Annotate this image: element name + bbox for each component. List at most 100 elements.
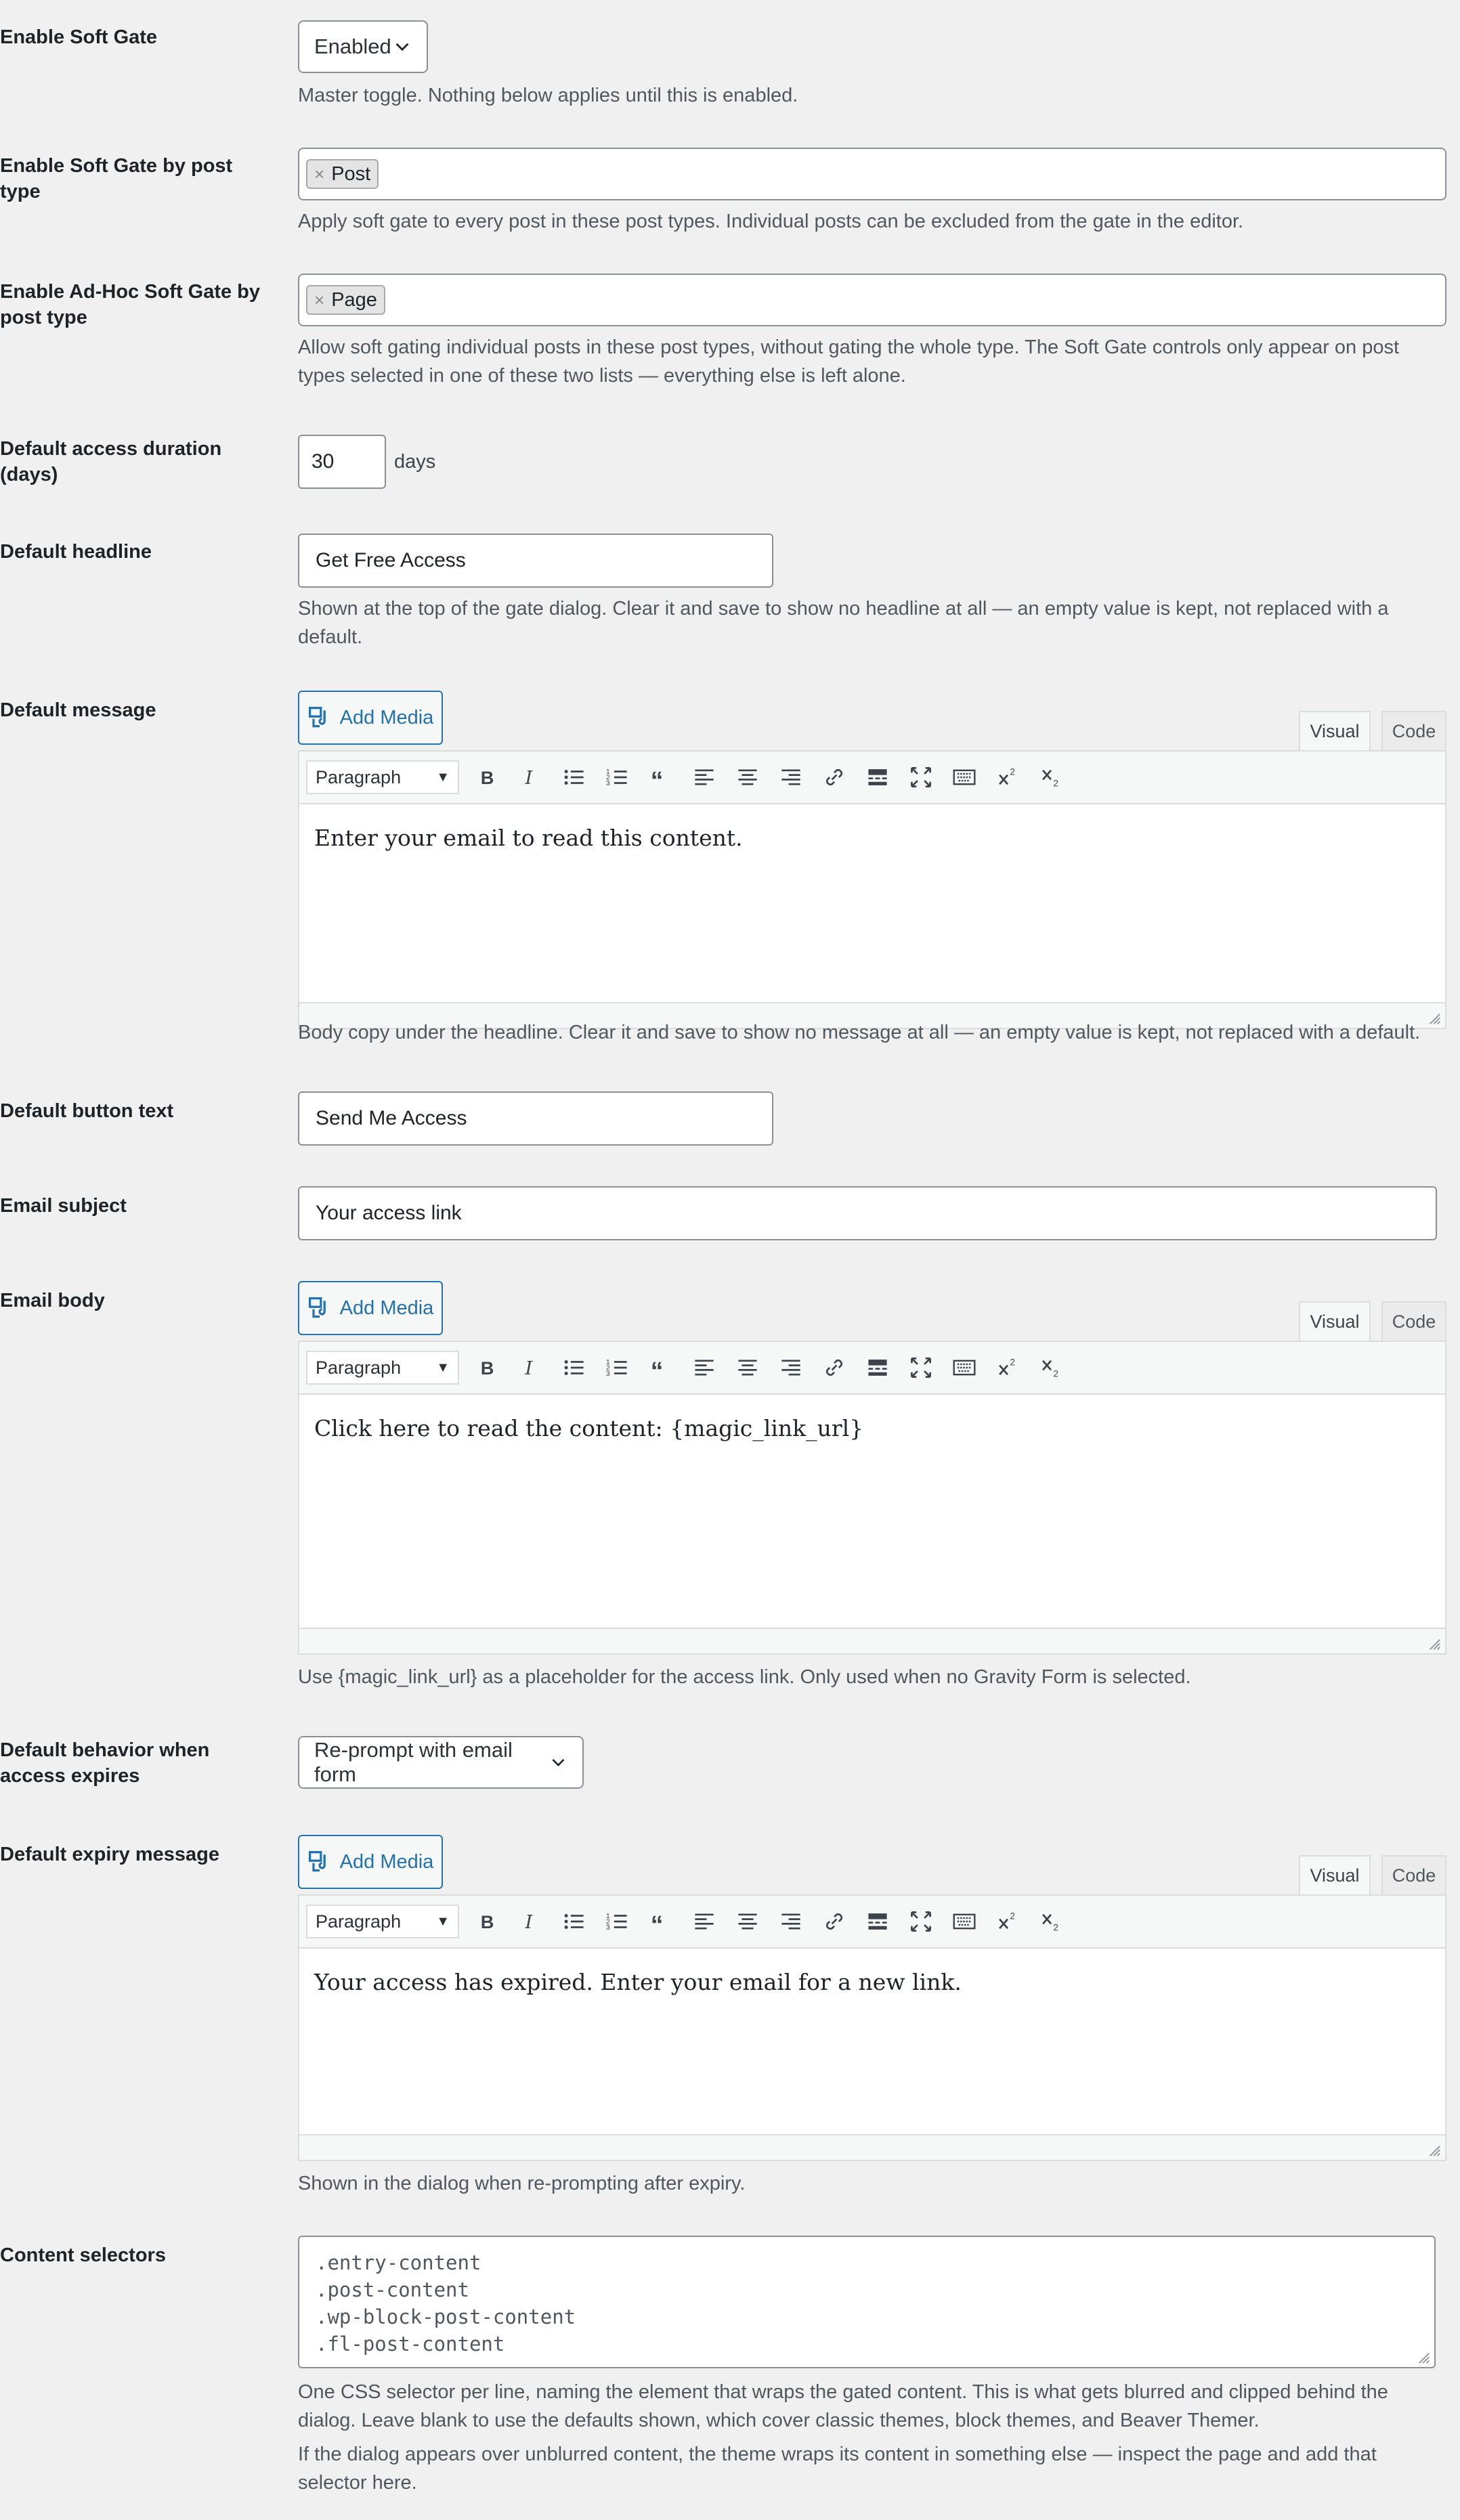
email-subject-input[interactable]: Your access link	[298, 1186, 1437, 1240]
bullet-list-icon[interactable]	[553, 1900, 596, 1943]
button-text-input[interactable]: Send Me Access	[298, 1091, 773, 1146]
email-body-editor[interactable]: Paragraph ▼ B I 123 “ 2 2 Click here to …	[298, 1341, 1446, 1655]
link-icon[interactable]	[813, 756, 856, 799]
format-select[interactable]: Paragraph ▼	[306, 1351, 459, 1385]
tab-code[interactable]: Code	[1381, 711, 1446, 750]
tab-code[interactable]: Code	[1381, 1855, 1446, 1894]
keyboard-icon[interactable]	[943, 1346, 986, 1389]
message-content[interactable]: Enter your email to read this content.	[299, 804, 1445, 871]
fullscreen-icon[interactable]	[899, 1900, 943, 1943]
expiry-message-content[interactable]: Your access has expired. Enter your emai…	[299, 1949, 1445, 2016]
align-center-icon[interactable]	[726, 1900, 769, 1943]
add-media-button[interactable]: Add Media	[298, 1835, 443, 1889]
chevron-down-icon	[552, 1759, 565, 1766]
bold-icon[interactable]: B	[466, 1346, 509, 1389]
svg-text:2: 2	[1010, 1357, 1015, 1368]
post-type-gate-select[interactable]: × Post	[298, 148, 1446, 200]
caret-down-icon: ▼	[436, 1913, 450, 1929]
svg-text:B: B	[481, 1357, 494, 1378]
content-selectors-note: If the dialog appears over unblurred con…	[298, 2443, 1377, 2494]
keyboard-icon[interactable]	[943, 1900, 986, 1943]
fullscreen-icon[interactable]	[899, 1346, 943, 1389]
expiry-behavior-value: Re-prompt with email form	[314, 1738, 513, 1786]
align-left-icon[interactable]	[683, 756, 726, 799]
add-media-icon	[308, 1850, 326, 1872]
subscript-icon[interactable]: 2	[1029, 1346, 1073, 1389]
tab-code[interactable]: Code	[1381, 1301, 1446, 1341]
message-editor[interactable]: Paragraph ▼ B I 123 “ 2 2 Enter your ema…	[298, 750, 1446, 1029]
content-selectors-textarea[interactable]: .entry-content .post-content .wp-block-p…	[298, 2236, 1436, 2368]
caret-down-icon: ▼	[436, 1360, 450, 1375]
numbered-list-icon[interactable]: 123	[596, 1900, 639, 1943]
page-type-token[interactable]: × Page	[306, 285, 385, 315]
adhoc-gate-select[interactable]: × Page	[298, 274, 1446, 326]
remove-icon[interactable]: ×	[314, 164, 324, 185]
headline-input[interactable]: Get Free Access	[298, 534, 773, 588]
post-type-token[interactable]: × Post	[306, 159, 379, 189]
tab-visual[interactable]: Visual	[1299, 711, 1371, 750]
format-select[interactable]: Paragraph ▼	[306, 1905, 459, 1938]
expiry-behavior-label: Default behavior when access expires	[0, 1739, 210, 1787]
superscript-icon[interactable]: 2	[986, 756, 1029, 799]
read-more-icon[interactable]	[856, 1900, 899, 1943]
enable-soft-gate-select[interactable]: Enabled	[298, 20, 428, 73]
add-media-icon	[308, 1297, 326, 1318]
expiry-message-editor[interactable]: Paragraph ▼ B I 123 “ 2 2 Your access ha…	[298, 1894, 1446, 2161]
align-left-icon[interactable]	[683, 1900, 726, 1943]
numbered-list-icon[interactable]: 123	[596, 1346, 639, 1389]
headline-desc: Shown at the top of the gate dialog. Cle…	[298, 598, 1389, 648]
blockquote-icon[interactable]: “	[639, 756, 683, 799]
subscript-icon[interactable]: 2	[1029, 756, 1073, 799]
resize-grip-icon[interactable]	[1429, 2145, 1441, 2157]
bold-icon[interactable]: B	[466, 756, 509, 799]
resize-grip-icon[interactable]	[1429, 1013, 1441, 1025]
subscript-icon[interactable]: 2	[1029, 1900, 1073, 1943]
svg-text:B: B	[481, 767, 494, 788]
keyboard-icon[interactable]	[943, 756, 986, 799]
format-select[interactable]: Paragraph ▼	[306, 760, 459, 794]
fullscreen-icon[interactable]	[899, 756, 943, 799]
blockquote-icon[interactable]: “	[639, 1346, 683, 1389]
align-right-icon[interactable]	[769, 1346, 813, 1389]
button-text-label: Default button text	[0, 1100, 174, 1122]
read-more-icon[interactable]	[856, 1346, 899, 1389]
enable-soft-gate-value: Enabled	[314, 35, 391, 58]
message-label: Default message	[0, 699, 156, 721]
adhoc-gate-desc: Allow soft gating individual posts in th…	[298, 336, 1400, 387]
expiry-behavior-select[interactable]: Re-prompt with email form	[298, 1736, 584, 1789]
tab-visual[interactable]: Visual	[1299, 1301, 1371, 1341]
read-more-icon[interactable]	[856, 756, 899, 799]
link-icon[interactable]	[813, 1900, 856, 1943]
italic-icon[interactable]: I	[509, 1346, 553, 1389]
align-right-icon[interactable]	[769, 756, 813, 799]
duration-input[interactable]: 30	[298, 435, 386, 489]
email-body-content[interactable]: Click here to read the content: {magic_l…	[299, 1395, 1445, 1462]
superscript-icon[interactable]: 2	[986, 1346, 1029, 1389]
align-center-icon[interactable]	[726, 1346, 769, 1389]
remove-icon[interactable]: ×	[314, 290, 324, 311]
align-center-icon[interactable]	[726, 756, 769, 799]
add-media-button[interactable]: Add Media	[298, 691, 443, 745]
bullet-list-icon[interactable]	[553, 1346, 596, 1389]
svg-text:2: 2	[1010, 767, 1015, 777]
resize-grip-icon[interactable]	[1418, 2352, 1430, 2364]
message-desc: Body copy under the headline. Clear it a…	[298, 1022, 1421, 1043]
superscript-icon[interactable]: 2	[986, 1900, 1029, 1943]
add-media-button[interactable]: Add Media	[298, 1281, 443, 1335]
enable-soft-gate-label: Enable Soft Gate	[0, 26, 158, 48]
svg-text:3: 3	[606, 1924, 610, 1932]
add-media-icon	[308, 706, 326, 728]
numbered-list-icon[interactable]: 123	[596, 756, 639, 799]
svg-text:“: “	[651, 766, 664, 789]
link-icon[interactable]	[813, 1346, 856, 1389]
align-left-icon[interactable]	[683, 1346, 726, 1389]
blockquote-icon[interactable]: “	[639, 1900, 683, 1943]
italic-icon[interactable]: I	[509, 1900, 553, 1943]
italic-icon[interactable]: I	[509, 756, 553, 799]
bold-icon[interactable]: B	[466, 1900, 509, 1943]
align-right-icon[interactable]	[769, 1900, 813, 1943]
svg-text:2: 2	[1053, 779, 1058, 789]
resize-grip-icon[interactable]	[1429, 1638, 1441, 1651]
bullet-list-icon[interactable]	[553, 756, 596, 799]
tab-visual[interactable]: Visual	[1299, 1855, 1371, 1894]
